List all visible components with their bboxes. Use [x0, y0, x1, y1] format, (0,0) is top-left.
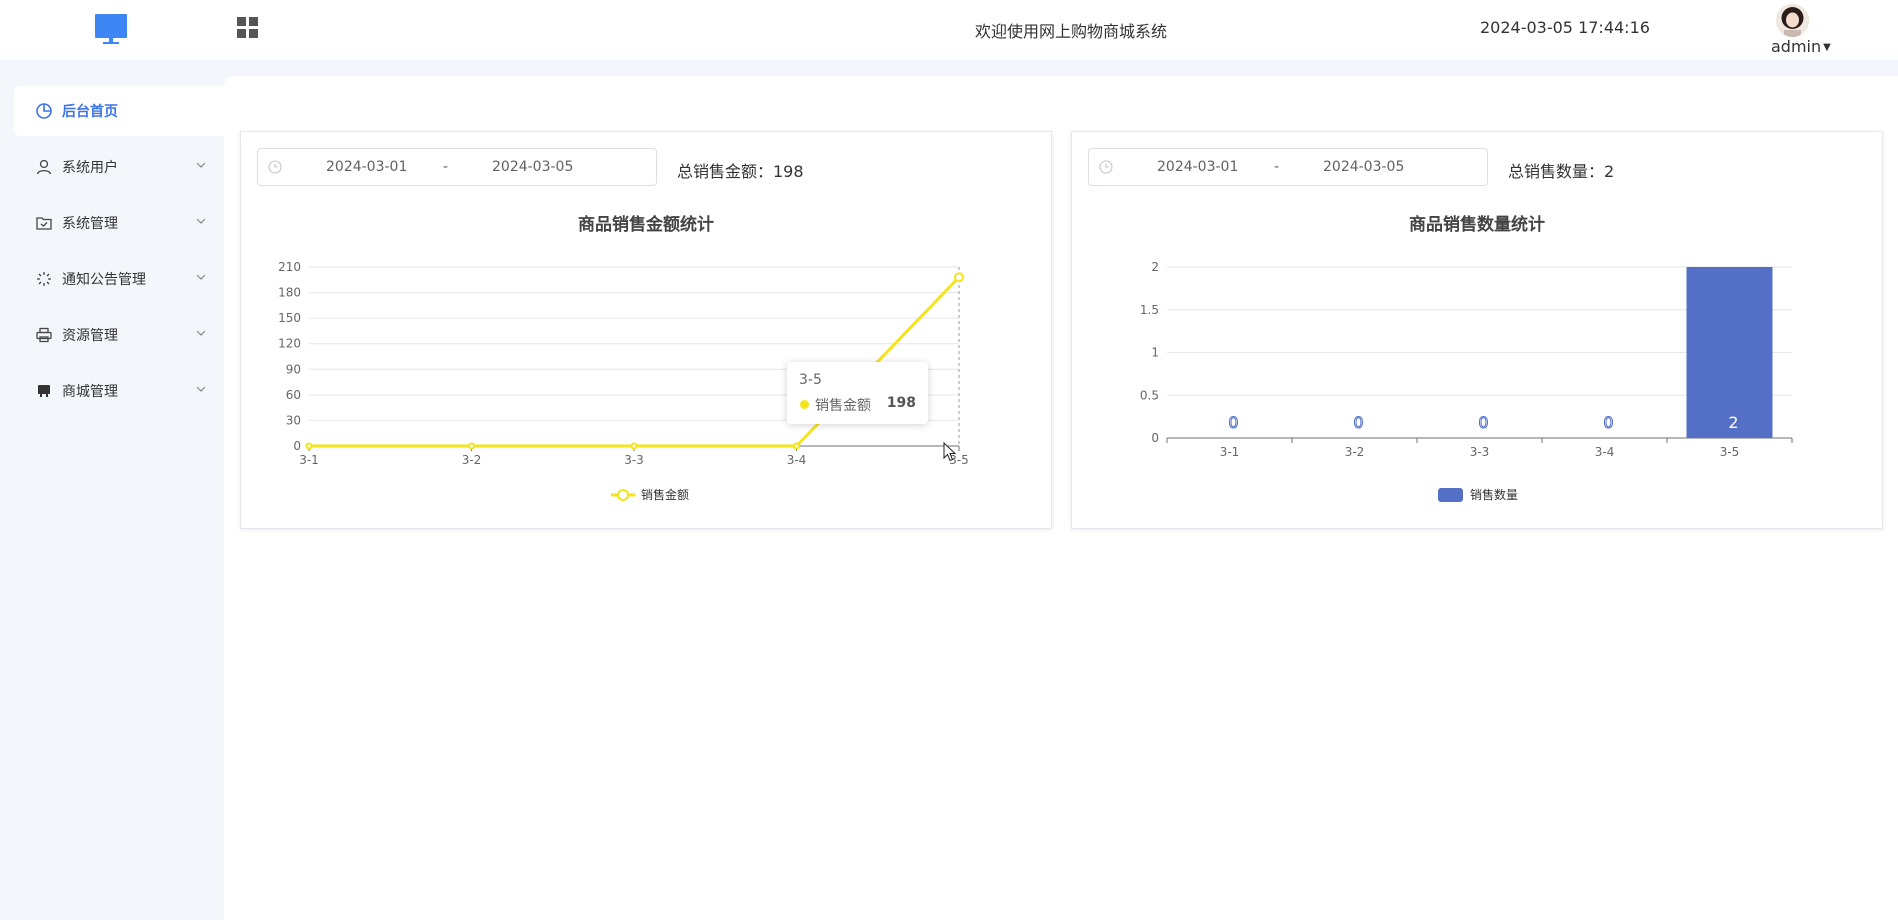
- monitor-logo-icon[interactable]: [95, 14, 127, 46]
- user-icon: [36, 158, 54, 176]
- y-tick-label: 180: [278, 286, 301, 300]
- x-tick-label: 3-4: [787, 453, 807, 467]
- x-tick-label: 3-1: [299, 453, 319, 467]
- sidebar-item-system-users[interactable]: 系统用户: [14, 142, 224, 192]
- y-tick-label: 1: [1151, 346, 1159, 360]
- sidebar-item-label: 后台首页: [62, 104, 118, 120]
- tooltip-series-name: 销售金额: [815, 398, 871, 414]
- chart-title: 商品销售数量统计: [1409, 215, 1545, 235]
- series-marker: [800, 400, 809, 409]
- data-point: [630, 442, 638, 450]
- date-separator: -: [1274, 159, 1280, 175]
- y-tick-label: 0: [293, 439, 301, 453]
- folder-check-icon: [36, 214, 54, 232]
- y-tick-label: 120: [278, 337, 301, 351]
- total-sales-amount: 总销售金额：198: [677, 162, 804, 181]
- y-tick-label: 210: [278, 260, 301, 274]
- sales-count-bar-chart[interactable]: 0 0.5 1 1.5 2 3-1 0 3-2 0 3-3 0 3-4 0 3-5 2 销售数量: [1072, 252, 1882, 524]
- chevron-down-icon: ▼: [1823, 42, 1831, 53]
- y-tick-label: 90: [286, 362, 301, 376]
- sidebar-item-label: 系统管理: [62, 216, 118, 232]
- printer-icon: [36, 326, 54, 344]
- sales-count-card: 2024-03-01 - 2024-03-05 总销售数量：2 商品销售数量统计…: [1071, 131, 1883, 529]
- y-tick-label: 150: [278, 311, 301, 325]
- x-tick-label: 3-4: [1595, 445, 1615, 459]
- sparkle-icon: [36, 270, 54, 288]
- y-tick-label: 0.5: [1140, 388, 1159, 402]
- grid-menu-icon[interactable]: [237, 17, 259, 39]
- welcome-text: 欢迎使用网上购物商城系统: [975, 22, 1168, 41]
- sidebar-item-mall-management[interactable]: 商城管理: [14, 366, 224, 416]
- end-date[interactable]: 2024-03-05: [492, 159, 573, 175]
- pie-chart-icon: [36, 102, 54, 120]
- date-separator: -: [443, 159, 449, 175]
- chart-tooltip: 3-5 销售金额 198: [787, 362, 928, 424]
- x-tick-label: 3-3: [624, 453, 644, 467]
- sidebar-item-notice-management[interactable]: 通知公告管理: [14, 254, 224, 304]
- sidebar-item-system-management[interactable]: 系统管理: [14, 198, 224, 248]
- chevron-down-icon: [196, 330, 206, 336]
- x-tick-label: 3-5: [1720, 445, 1740, 459]
- clock-icon: [1099, 160, 1113, 174]
- sales-count-date-range[interactable]: 2024-03-01 - 2024-03-05: [1088, 148, 1488, 186]
- x-tick-label: 3-1: [1220, 445, 1240, 459]
- bar-data-label: 0: [1228, 413, 1238, 432]
- legend-label: 销售金额: [641, 487, 689, 502]
- sidebar-item-label: 资源管理: [62, 328, 118, 344]
- sidebar-item-label: 通知公告管理: [62, 272, 146, 288]
- legend-marker: [617, 489, 629, 501]
- legend-label: 销售数量: [1470, 487, 1518, 502]
- user-menu[interactable]: admin ▼: [1771, 37, 1831, 56]
- sidebar-item-home[interactable]: 后台首页: [14, 86, 224, 136]
- y-tick-label: 2: [1151, 260, 1159, 274]
- tooltip-title: 3-5: [799, 372, 822, 388]
- chevron-down-icon: [196, 218, 206, 224]
- x-tick-label: 3-3: [1470, 445, 1490, 459]
- mouse-cursor-icon: [943, 442, 957, 462]
- bar-data-label: 2: [1728, 413, 1738, 432]
- x-tick-label: 3-2: [462, 453, 482, 467]
- store-icon: [36, 382, 54, 400]
- chevron-down-icon: [196, 274, 206, 280]
- total-sales-count: 总销售数量：2: [1508, 162, 1615, 181]
- y-tick-label: 1.5: [1140, 303, 1159, 317]
- sales-amount-card: 2024-03-01 - 2024-03-05 总销售金额：198 商品销售金额…: [240, 131, 1052, 529]
- start-date[interactable]: 2024-03-01: [1157, 159, 1238, 175]
- bar-data-label: 0: [1353, 413, 1363, 432]
- sales-amount-date-range[interactable]: 2024-03-01 - 2024-03-05: [257, 148, 657, 186]
- avatar[interactable]: [1776, 4, 1809, 37]
- sales-amount-line-chart[interactable]: 0 30 60 90 120 150 180 210 3-1 3-2 3-3 3-4 3-5 销售金额: [241, 252, 1051, 524]
- chevron-down-icon: [196, 162, 206, 168]
- y-tick-label: 0: [1151, 431, 1159, 445]
- bar-data-label: 0: [1478, 413, 1488, 432]
- y-tick-label: 30: [286, 413, 301, 427]
- chevron-down-icon: [196, 386, 206, 392]
- x-tick-label: 3-2: [1345, 445, 1365, 459]
- sidebar-item-label: 系统用户: [62, 160, 118, 176]
- sidebar-item-label: 商城管理: [62, 384, 118, 400]
- tooltip-value: 198: [886, 395, 916, 411]
- legend-swatch: [1438, 488, 1463, 502]
- data-point: [954, 272, 964, 283]
- current-datetime: 2024-03-05 17:44:16: [1480, 18, 1650, 37]
- data-point: [305, 442, 313, 450]
- top-header: 欢迎使用网上购物商城系统 2024-03-05 17:44:16 admin ▼: [0, 0, 1898, 60]
- clock-icon: [268, 160, 282, 174]
- y-tick-label: 60: [286, 388, 301, 402]
- start-date[interactable]: 2024-03-01: [326, 159, 407, 175]
- end-date[interactable]: 2024-03-05: [1323, 159, 1404, 175]
- sidebar: 后台首页 系统用户 系统管理 通知公告管理 资源管理 商城管理: [0, 60, 224, 920]
- chart-title: 商品销售金额统计: [578, 215, 714, 235]
- bar-data-label: 0: [1603, 413, 1613, 432]
- data-point: [793, 442, 800, 450]
- sidebar-item-resource-management[interactable]: 资源管理: [14, 310, 224, 360]
- username: admin: [1771, 37, 1822, 56]
- data-point: [468, 442, 475, 450]
